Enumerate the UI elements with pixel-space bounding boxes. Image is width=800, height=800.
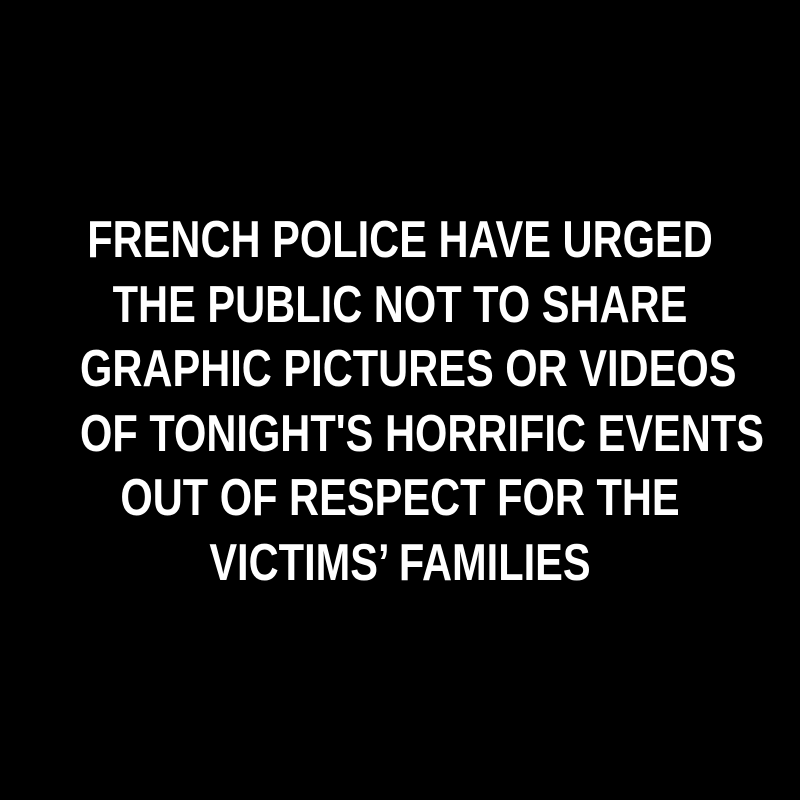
notice-canvas: FRENCH POLICE HAVE URGED THE PUBLIC NOT … <box>0 0 800 800</box>
message-line: OUT OF RESPECT FOR THE <box>120 469 680 527</box>
message-line: FRENCH POLICE HAVE URGED <box>87 211 713 269</box>
message-line: OF TONIGHT'S HORRIFIC EVENTS <box>80 404 765 463</box>
message-line: GRAPHIC PICTURES OR VIDEOS <box>80 340 737 398</box>
message-line: THE PUBLIC NOT TO SHARE <box>112 275 688 334</box>
message-line: VICTIMS’ FAMILIES <box>209 533 591 592</box>
notice-message: FRENCH POLICE HAVE URGED THE PUBLIC NOT … <box>0 208 800 595</box>
